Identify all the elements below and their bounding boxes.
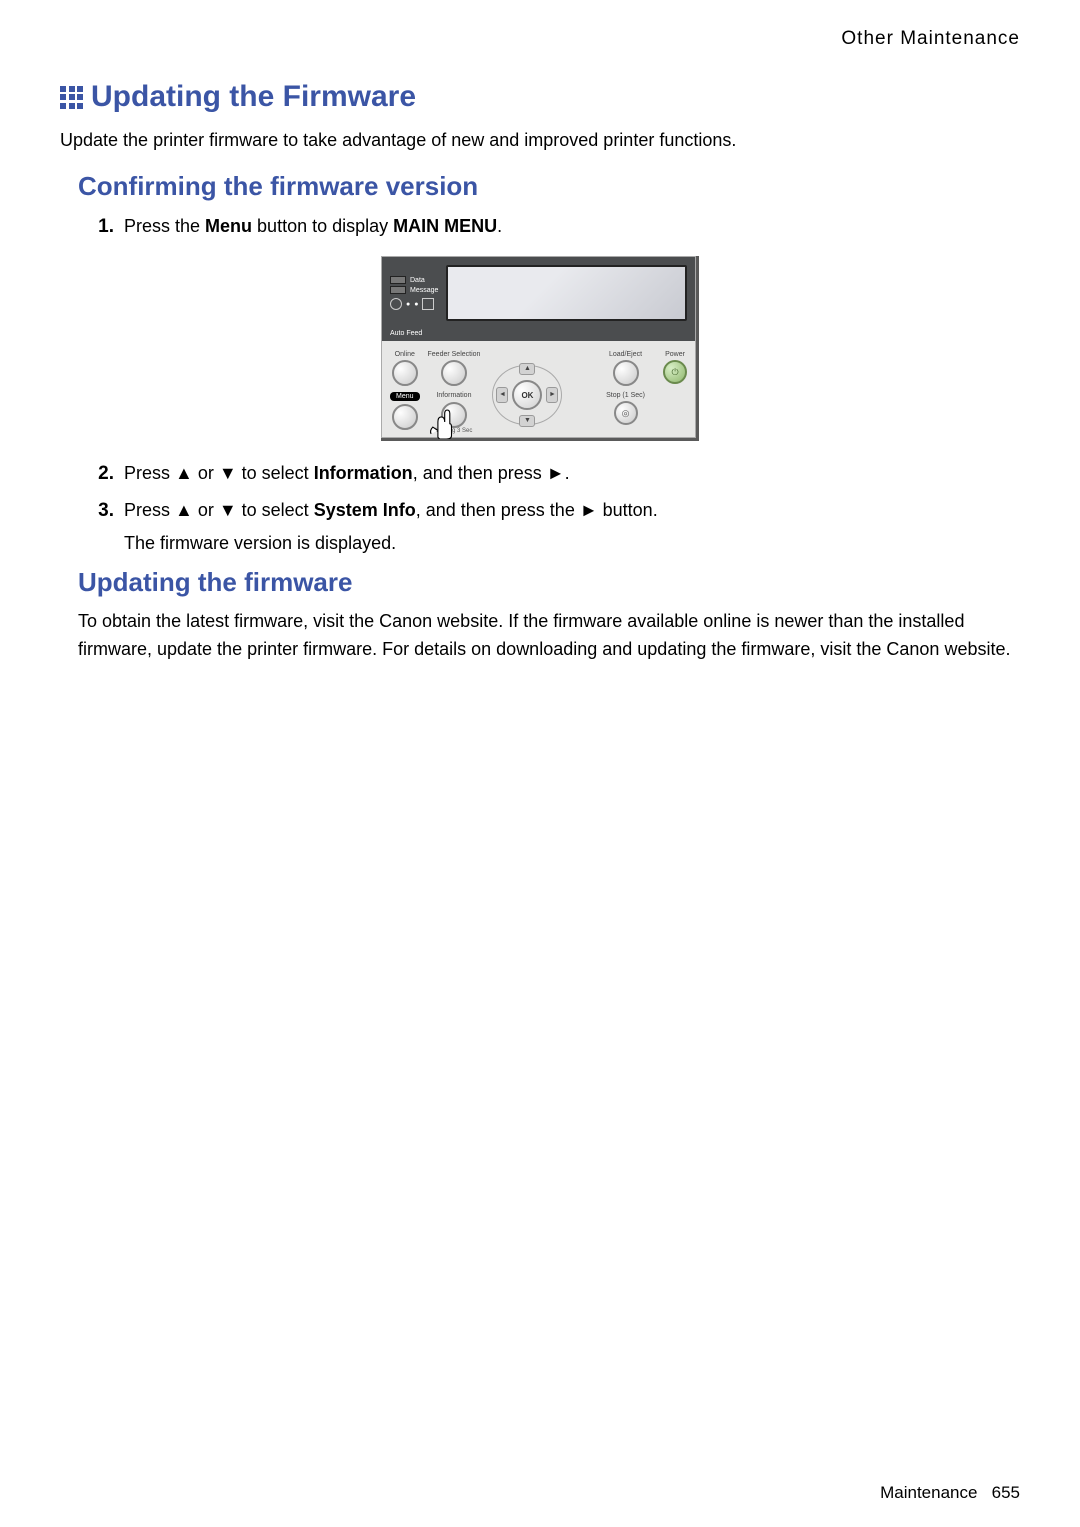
waiting-label: Waiting 3 Sec bbox=[428, 428, 481, 434]
information-bold: Information bbox=[314, 463, 413, 483]
subheading-updating: Updating the firmware bbox=[78, 567, 1020, 598]
load-eject-label: Load/Eject bbox=[606, 351, 645, 358]
nav-down-button[interactable]: ▼ bbox=[519, 415, 535, 427]
roll-icon bbox=[390, 298, 402, 310]
page-footer: Maintenance 655 bbox=[880, 1483, 1020, 1503]
stop-button[interactable]: ◎ bbox=[614, 401, 638, 425]
footer-section: Maintenance bbox=[880, 1483, 977, 1502]
power-button[interactable]: ⏻ bbox=[663, 360, 687, 384]
step-2: 2. Press ▲ or ▼ to select Information, a… bbox=[80, 459, 1020, 489]
nav-up-button[interactable]: ▲ bbox=[519, 363, 535, 375]
step1-text-e: . bbox=[497, 216, 502, 236]
nav-left-button[interactable]: ◄ bbox=[496, 387, 508, 403]
online-button[interactable] bbox=[392, 360, 418, 386]
subheading-confirming: Confirming the firmware version bbox=[78, 171, 1020, 202]
step2-text-c: , and then press ►. bbox=[413, 463, 570, 483]
step-number: 2. bbox=[80, 459, 114, 489]
online-label: Online bbox=[390, 351, 420, 358]
menu-button-label: Menu bbox=[390, 392, 420, 401]
nav-right-button[interactable]: ► bbox=[546, 387, 558, 403]
page-title: Updating the Firmware bbox=[91, 80, 416, 114]
dot2-icon: ● bbox=[414, 301, 418, 308]
data-led-icon bbox=[390, 276, 406, 284]
updating-paragraph: To obtain the latest firmware, visit the… bbox=[78, 608, 1020, 664]
autofeed-label: Auto Feed bbox=[382, 329, 695, 341]
main-menu-bold: MAIN MENU bbox=[393, 216, 497, 236]
nav-cluster: ▲ ▼ ◄ ► OK bbox=[488, 359, 566, 431]
power-label: Power bbox=[663, 351, 687, 358]
data-led-label: Data bbox=[410, 277, 425, 284]
breadcrumb: Other Maintenance bbox=[60, 28, 1020, 50]
information-label: Information bbox=[428, 392, 481, 399]
step3-text-a: Press ▲ or ▼ to select bbox=[124, 500, 314, 520]
message-led-label: Message bbox=[410, 287, 438, 294]
dot-icon: ● bbox=[406, 301, 410, 308]
stop-label: Stop (1 Sec) bbox=[606, 392, 645, 399]
sheet-icon bbox=[422, 298, 434, 310]
message-led-icon bbox=[390, 286, 406, 294]
menu-label-bold: Menu bbox=[205, 216, 252, 236]
step-1: 1. Press the Menu button to display MAIN… bbox=[80, 212, 1020, 242]
step3-subtext: The firmware version is displayed. bbox=[124, 529, 658, 558]
load-eject-button[interactable] bbox=[613, 360, 639, 386]
feeder-label: Feeder Selection bbox=[428, 351, 481, 358]
step3-text-c: , and then press the ► button. bbox=[416, 500, 658, 520]
ok-button[interactable]: OK bbox=[512, 380, 542, 410]
systeminfo-bold: System Info bbox=[314, 500, 416, 520]
lcd-screen bbox=[446, 265, 687, 321]
step1-text-c: button to display bbox=[252, 216, 393, 236]
step2-text-a: Press ▲ or ▼ to select bbox=[124, 463, 314, 483]
step1-text-a: Press the bbox=[124, 216, 205, 236]
footer-page-number: 655 bbox=[992, 1483, 1020, 1502]
step-number: 1. bbox=[80, 212, 114, 242]
control-panel-figure: Data Message ● ● Auto Feed Online Menu bbox=[381, 256, 699, 441]
menu-button[interactable] bbox=[392, 404, 418, 430]
feeder-button[interactable] bbox=[441, 360, 467, 386]
information-button[interactable] bbox=[441, 402, 467, 428]
section-dots-icon bbox=[60, 86, 83, 109]
intro-paragraph: Update the printer firmware to take adva… bbox=[60, 130, 1020, 151]
step-number: 3. bbox=[80, 496, 114, 526]
step-3: 3. Press ▲ or ▼ to select System Info, a… bbox=[80, 496, 1020, 558]
